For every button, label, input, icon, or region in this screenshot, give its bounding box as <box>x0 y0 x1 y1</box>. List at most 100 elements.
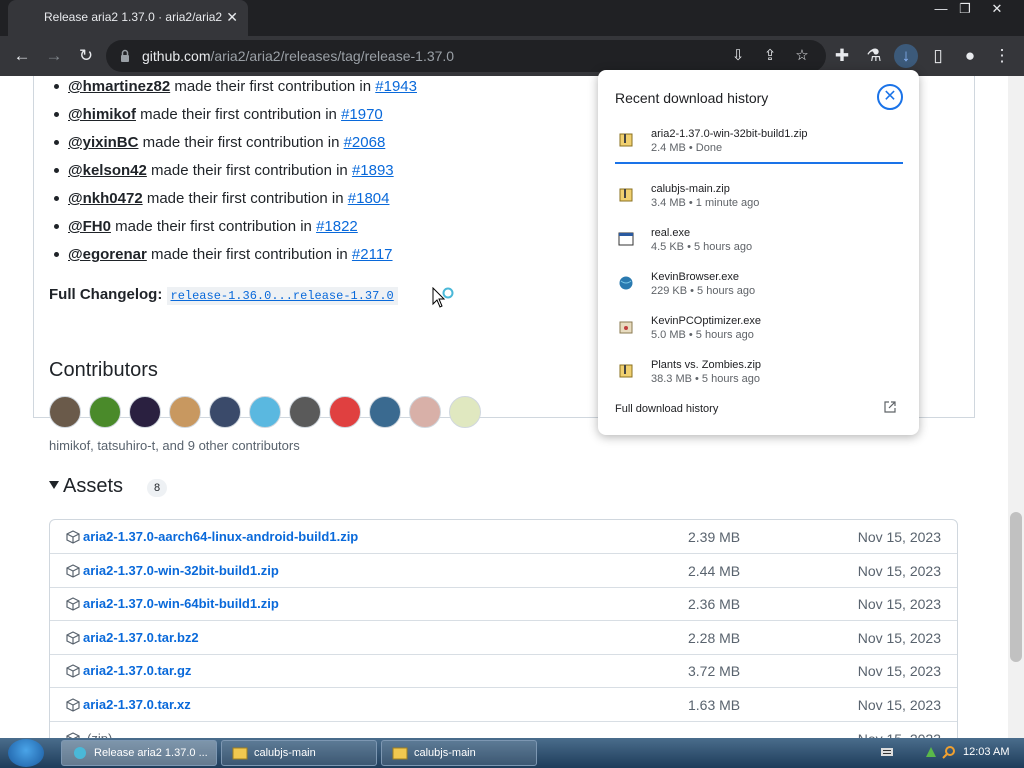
reload-icon[interactable]: ↻ <box>74 44 98 68</box>
contributor-username-link[interactable]: @kelson42 <box>68 162 147 179</box>
downloads-icon[interactable]: ↓ <box>894 44 918 68</box>
asset-name-group: Source code(zip) <box>83 731 112 738</box>
contributor-username-link[interactable]: @hmartinez82 <box>68 78 170 95</box>
taskbar-window-label: calubjs-main <box>254 747 316 759</box>
asset-download-link[interactable]: aria2-1.37.0.tar.bz2 <box>83 630 199 645</box>
asset-size: 3.72 MB <box>688 663 741 680</box>
contribution-text: made their first contribution in <box>146 162 352 179</box>
asset-row: aria2-1.37.0.tar.bz2 2.28 MB Nov 15, 2023 <box>50 621 957 655</box>
network-icon[interactable] <box>924 745 938 759</box>
forward-arrow-icon[interactable]: → <box>42 44 66 68</box>
tab-close-icon[interactable]: ✕ <box>226 9 238 26</box>
close-icon[interactable]: ✕ <box>877 84 903 110</box>
pull-request-link[interactable]: #2117 <box>352 246 393 263</box>
contributor-username-link[interactable]: @FH0 <box>68 218 111 235</box>
asset-download-link[interactable]: aria2-1.37.0.tar.xz <box>83 697 191 712</box>
avatar[interactable] <box>289 396 321 428</box>
share-icon[interactable]: ⇪ <box>758 44 782 68</box>
pull-request-link[interactable]: #2068 <box>344 134 386 151</box>
bullet <box>54 252 59 257</box>
contribution-text: made their first contribution in <box>170 78 376 95</box>
install-app-icon[interactable]: ⇩ <box>726 44 750 68</box>
labs-flask-icon[interactable]: ⚗ <box>862 44 886 68</box>
taskbar-window-button[interactable]: calubjs-main <box>381 740 537 766</box>
pull-request-link[interactable]: #1943 <box>375 78 417 95</box>
download-item[interactable]: real.exe 4.5 KB • 5 hours ago <box>598 225 919 269</box>
search-icon[interactable] <box>942 745 956 759</box>
contributor-username-link[interactable]: @nkh0472 <box>68 190 143 207</box>
contributor-line: @nkh0472 made their first contribution i… <box>54 190 390 207</box>
full-changelog: Full Changelog: release-1.36.0...release… <box>49 286 398 305</box>
contributor-line: @egorenar made their first contribution … <box>54 246 393 263</box>
download-file-name: aria2-1.37.0-win-32bit-build1.zip <box>651 128 808 140</box>
contributor-username-link[interactable]: @himikof <box>68 106 136 123</box>
lock-icon <box>121 49 129 62</box>
window-close-icon[interactable]: ✕ <box>980 0 1014 18</box>
download-file-name: KevinPCOptimizer.exe <box>651 315 762 327</box>
bookmark-star-icon[interactable]: ☆ <box>790 44 814 68</box>
avatar[interactable] <box>409 396 441 428</box>
menu-kebab-icon[interactable]: ⋮ <box>990 44 1014 68</box>
asset-download-link[interactable]: aria2-1.37.0-win-64bit-build1.zip <box>83 596 279 611</box>
download-file-name: KevinBrowser.exe <box>651 271 740 283</box>
package-icon <box>66 664 80 679</box>
download-item[interactable]: KevinPCOptimizer.exe 5.0 MB • 5 hours ago <box>598 313 919 357</box>
avatar[interactable] <box>129 396 161 428</box>
asset-row: aria2-1.37.0.tar.gz 3.72 MB Nov 15, 2023 <box>50 654 957 689</box>
open-external-icon[interactable] <box>884 401 896 413</box>
taskbar-window-button[interactable]: calubjs-main <box>221 740 377 766</box>
full-download-history-link[interactable]: Full download history <box>615 403 718 415</box>
assets-heading[interactable]: Assets <box>49 475 123 498</box>
side-panel-icon[interactable]: ▯ <box>926 44 950 68</box>
pull-request-link[interactable]: #1804 <box>348 190 390 207</box>
download-item[interactable]: KevinBrowser.exe 229 KB • 5 hours ago <box>598 269 919 313</box>
asset-date: Nov 15, 2023 <box>857 697 941 713</box>
url-host: github.com <box>142 48 211 64</box>
avatar[interactable] <box>209 396 241 428</box>
contributors-note: himikof, tatsuhiro-t, and 9 other contri… <box>49 438 300 453</box>
contributor-line: @hmartinez82 made their first contributi… <box>54 78 417 95</box>
caret-down-icon <box>49 481 59 489</box>
pull-request-link[interactable]: #1970 <box>341 106 383 123</box>
avatar[interactable] <box>249 396 281 428</box>
avatar[interactable] <box>89 396 121 428</box>
asset-download-link[interactable]: aria2-1.37.0-win-32bit-build1.zip <box>83 563 279 578</box>
contributor-username-link[interactable]: @egorenar <box>68 246 147 263</box>
download-file-meta: 38.3 MB • 5 hours ago <box>651 373 761 385</box>
asset-download-link[interactable]: aria2-1.37.0.tar.gz <box>83 663 191 678</box>
contributor-username-link[interactable]: @yixinBC <box>68 134 138 151</box>
taskbar-clock[interactable]: 12:03 AM <box>963 746 1009 758</box>
asset-date: Nov 15, 2023 <box>858 731 941 738</box>
address-bar[interactable]: github.com/aria2/aria2/releases/tag/rele… <box>106 40 826 72</box>
profile-avatar-icon[interactable]: ● <box>958 44 982 68</box>
pull-request-link[interactable]: #1822 <box>316 218 358 235</box>
download-panel-title: Recent download history <box>615 90 769 106</box>
browser-tab[interactable]: Release aria2 1.37.0 · aria2/aria2 ✕ <box>8 0 248 36</box>
restore-icon[interactable]: ❐ <box>948 0 982 18</box>
scrollbar-thumb[interactable] <box>1010 512 1022 662</box>
bullet <box>54 168 59 173</box>
keyboard-icon[interactable] <box>880 745 894 759</box>
bullet <box>54 224 59 229</box>
avatar[interactable] <box>169 396 201 428</box>
changelog-label: Full Changelog <box>49 286 158 303</box>
avatar[interactable] <box>49 396 81 428</box>
avatar[interactable] <box>449 396 481 428</box>
taskbar-window-button[interactable]: Release aria2 1.37.0 ... <box>61 740 217 766</box>
download-item[interactable]: calubjs-main.zip 3.4 MB • 1 minute ago <box>598 181 919 225</box>
download-item[interactable]: Plants vs. Zombies.zip 38.3 MB • 5 hours … <box>598 357 919 401</box>
changelog-link[interactable]: release-1.36.0...release-1.37.0 <box>166 287 398 305</box>
avatar[interactable] <box>329 396 361 428</box>
extensions-puzzle-icon[interactable]: ✚ <box>830 44 854 68</box>
contribution-text: made their first contribution in <box>142 190 348 207</box>
start-button[interactable] <box>8 739 44 767</box>
asset-download-link[interactable]: aria2-1.37.0-aarch64-linux-android-build… <box>83 529 358 544</box>
contributors-heading: Contributors <box>49 359 158 381</box>
back-arrow-icon[interactable]: ← <box>10 44 34 68</box>
zip-icon <box>619 133 633 147</box>
pull-request-link[interactable]: #1893 <box>352 162 394 179</box>
avatar[interactable] <box>369 396 401 428</box>
contributor-line: @yixinBC made their first contribution i… <box>54 134 386 151</box>
browser-icon <box>74 747 86 759</box>
page-scrollbar[interactable] <box>1008 76 1024 738</box>
